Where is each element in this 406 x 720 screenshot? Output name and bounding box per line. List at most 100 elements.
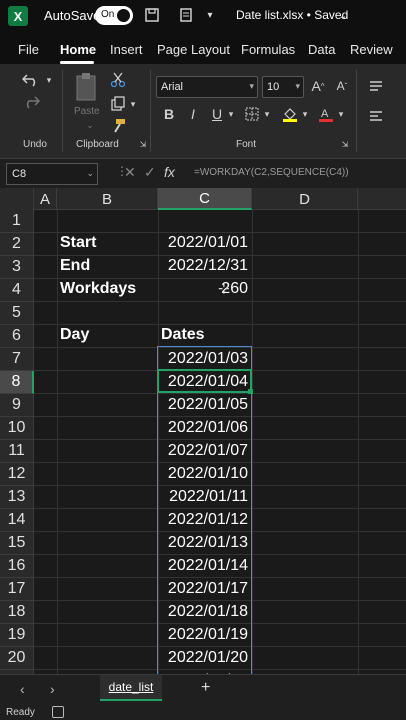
date-cell[interactable]: 2022/01/14 xyxy=(158,555,251,577)
font-color-icon[interactable]: A xyxy=(316,104,336,124)
tab-file[interactable]: File xyxy=(18,42,39,57)
row-header-8[interactable]: 8 xyxy=(0,371,34,394)
date-cell[interactable]: 2022/01/07 xyxy=(158,440,251,462)
copy-dropdown-icon[interactable]: ▾ xyxy=(128,97,138,111)
sheet-tab-date-list[interactable]: date_list xyxy=(100,675,162,701)
date-cell[interactable]: 2022/01/17 xyxy=(158,578,251,600)
tab-home[interactable]: Home xyxy=(60,42,96,57)
column-header-a[interactable]: A xyxy=(34,188,57,210)
font-color-dropdown-icon[interactable]: ▾ xyxy=(336,107,346,121)
row-header-2[interactable]: 2 xyxy=(0,233,34,256)
cell-c2[interactable]: 2022/01/01 xyxy=(158,232,251,254)
font-size-select[interactable]: 10 ▾ xyxy=(262,76,304,98)
label-start: Start xyxy=(60,234,97,251)
align-top-icon[interactable] xyxy=(366,76,386,96)
row-header-19[interactable]: 19 xyxy=(0,624,34,647)
tab-page-layout[interactable]: Page Layout xyxy=(157,42,230,57)
label-workdays: Workdays xyxy=(60,280,137,297)
row-gridline xyxy=(34,324,406,325)
borders-dropdown-icon[interactable]: ▾ xyxy=(262,107,272,121)
undo-icon[interactable] xyxy=(18,70,44,90)
row-header-1[interactable]: 1 xyxy=(0,210,34,233)
column-header-d[interactable]: D xyxy=(252,188,358,210)
undo-dropdown-icon[interactable]: ▾ xyxy=(44,73,54,87)
enter-icon[interactable]: ✓ xyxy=(144,164,156,181)
tab-insert[interactable]: Insert xyxy=(110,42,143,57)
dialog-launcher-icon[interactable]: ⇲ xyxy=(138,139,148,149)
row-header-12[interactable]: 12 xyxy=(0,463,34,486)
cell-c3[interactable]: 2022/12/31 xyxy=(158,255,251,277)
tab-data[interactable]: Data xyxy=(308,42,335,57)
worksheet-grid[interactable]: A B C D 12345678910111213141516171819202… xyxy=(0,188,406,674)
column-header-e[interactable] xyxy=(358,188,406,210)
date-cell[interactable]: 2022/01/10 xyxy=(158,463,251,485)
cut-icon[interactable] xyxy=(108,70,128,90)
date-cell[interactable]: 2022/01/13 xyxy=(158,532,251,554)
row-header-6[interactable]: 6 xyxy=(0,325,34,348)
italic-icon[interactable]: I xyxy=(184,104,202,124)
date-cell[interactable]: 2022/01/11 xyxy=(158,486,251,508)
row-header-7[interactable]: 7 xyxy=(0,348,34,371)
customize-toolbar-icon[interactable]: ▾ xyxy=(200,5,220,25)
row-header-18[interactable]: 18 xyxy=(0,601,34,624)
autosave-toggle-state: On xyxy=(101,9,115,20)
format-painter-icon[interactable] xyxy=(108,116,128,136)
font-name-select[interactable]: Arial ▾ xyxy=(156,76,258,98)
cell-c4[interactable]: 260 xyxy=(158,278,251,300)
row-header-13[interactable]: 13 xyxy=(0,486,34,509)
cancel-icon[interactable]: ✕ xyxy=(124,164,136,181)
chevron-down-icon[interactable]: ⌄ xyxy=(333,5,353,25)
underline-dropdown-icon[interactable]: ▾ xyxy=(226,107,236,121)
column-header-c[interactable]: C xyxy=(158,188,252,210)
label-day: Day xyxy=(60,326,90,343)
row-header-9[interactable]: 9 xyxy=(0,394,34,417)
next-sheet-icon[interactable]: › xyxy=(50,681,55,697)
save-icon[interactable] xyxy=(142,5,162,25)
redo-icon[interactable] xyxy=(18,92,44,112)
fill-color-dropdown-icon[interactable]: ▾ xyxy=(300,107,310,121)
date-cell[interactable]: 2022/01/03 xyxy=(158,348,251,370)
paste-icon[interactable] xyxy=(72,70,102,104)
tab-formulas[interactable]: Formulas xyxy=(241,42,295,57)
insert-function-icon[interactable]: fx xyxy=(164,164,175,180)
tab-review[interactable]: Review xyxy=(350,42,393,57)
row-header-3[interactable]: 3 xyxy=(0,256,34,279)
copy-icon[interactable] xyxy=(108,94,128,114)
bold-icon[interactable]: B xyxy=(160,104,178,124)
row-header-16[interactable]: 16 xyxy=(0,555,34,578)
dialog-launcher-icon[interactable]: ⇲ xyxy=(340,139,350,149)
row-header-17[interactable]: 17 xyxy=(0,578,34,601)
print-preview-icon[interactable] xyxy=(176,5,196,25)
fill-color-icon[interactable] xyxy=(280,104,300,124)
align-left-icon[interactable] xyxy=(366,106,386,126)
add-sheet-button[interactable]: + xyxy=(201,679,210,697)
prev-sheet-icon[interactable]: ‹ xyxy=(20,681,25,697)
date-cell[interactable]: 2022/01/12 xyxy=(158,509,251,531)
column-header-b[interactable]: B xyxy=(57,188,158,210)
document-title[interactable]: Date list.xlsx • Saved xyxy=(236,8,348,22)
row-header-5[interactable]: 5 xyxy=(0,302,34,325)
row-header-11[interactable]: 11 xyxy=(0,440,34,463)
row-header-4[interactable]: 4 xyxy=(0,279,34,302)
date-cell[interactable]: 2022/01/05 xyxy=(158,394,251,416)
row-header-10[interactable]: 10 xyxy=(0,417,34,440)
date-cell[interactable]: 2022/01/19 xyxy=(158,624,251,646)
underline-icon[interactable]: U xyxy=(208,104,226,124)
row-header-15[interactable]: 15 xyxy=(0,532,34,555)
date-cell[interactable]: 2022/01/06 xyxy=(158,417,251,439)
row-header-14[interactable]: 14 xyxy=(0,509,34,532)
row-header-20[interactable]: 20 xyxy=(0,647,34,670)
name-box[interactable]: C8 ⌄ xyxy=(6,163,98,185)
accessibility-icon[interactable] xyxy=(52,706,64,718)
formula-input[interactable]: =WORKDAY(C2,SEQUENCE(C4)) xyxy=(194,167,349,178)
select-all-button[interactable] xyxy=(0,188,34,210)
borders-icon[interactable] xyxy=(242,104,262,124)
date-cell[interactable]: 2022/01/20 xyxy=(158,647,251,669)
autosave-toggle[interactable]: On xyxy=(95,6,133,25)
date-cell[interactable]: 2022/01/18 xyxy=(158,601,251,623)
decrease-font-size-icon[interactable]: Aˇ xyxy=(332,76,352,96)
paste-dropdown-icon[interactable]: ⌄ xyxy=(84,120,96,130)
cursor-icon: ⊹ xyxy=(218,280,230,296)
increase-font-size-icon[interactable]: A ^ xyxy=(308,76,328,96)
fill-handle[interactable] xyxy=(248,389,253,394)
